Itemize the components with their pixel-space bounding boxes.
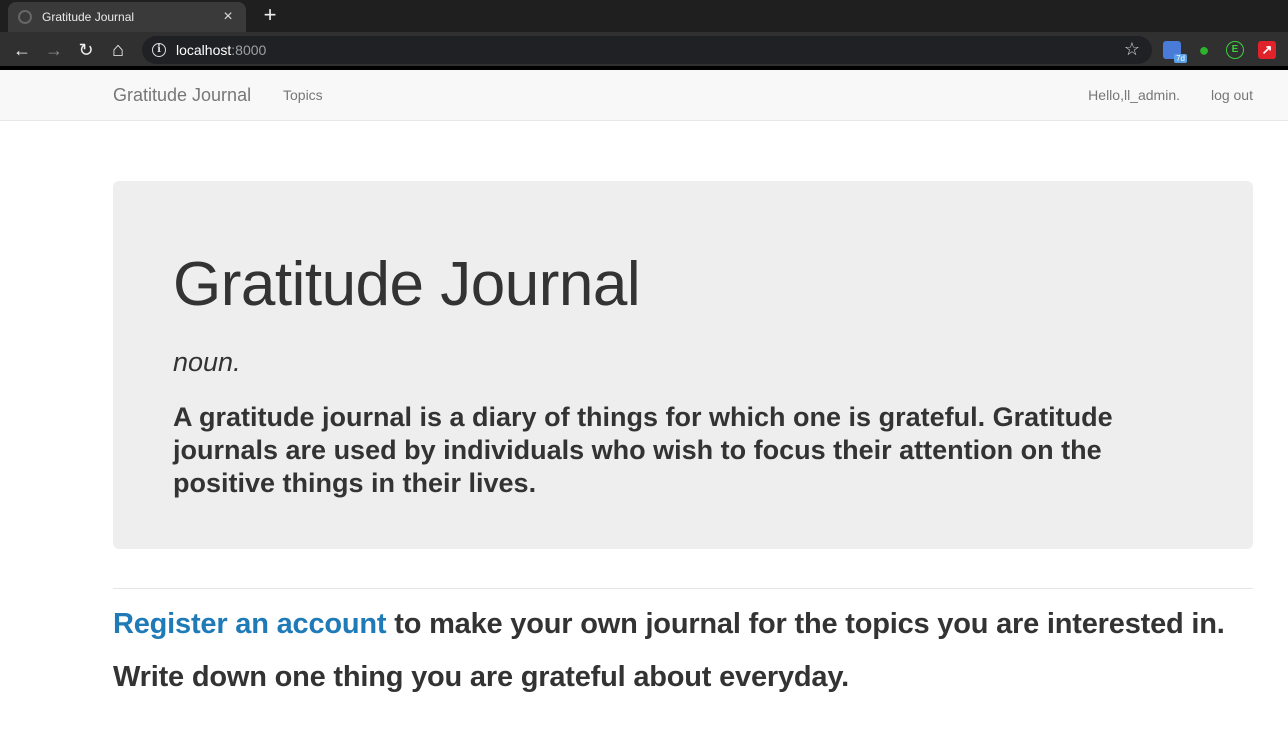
logout-link[interactable]: log out (1211, 87, 1253, 103)
evernote-extension-icon[interactable]: ● (1195, 41, 1213, 59)
reload-icon[interactable]: ↻ (74, 38, 98, 62)
page-favicon-icon (18, 10, 32, 24)
url-port: :8000 (231, 42, 267, 58)
url-host: localhost (176, 42, 232, 58)
write-prompt: Write down one thing you are grateful ab… (113, 661, 849, 693)
jumbotron: Gratitude Journal noun. A gratitude jour… (113, 181, 1253, 549)
browser-toolbar: ← → ↻ ⌂ i localhost :8000 ☆ 7d ● E ↗ (0, 32, 1288, 70)
extension-e-icon[interactable]: E (1226, 41, 1244, 59)
register-prompt-text: to make your own journal for the topics … (386, 608, 1225, 640)
address-bar[interactable]: i localhost :8000 ☆ (142, 36, 1152, 64)
browser-tabstrip: Gratitude Journal × + (0, 0, 1288, 32)
browser-tab[interactable]: Gratitude Journal × (8, 2, 246, 32)
site-navbar: Gratitude Journal Topics Hello,ll_admin.… (0, 70, 1288, 121)
nav-topics-link[interactable]: Topics (283, 87, 323, 103)
site-info-icon[interactable]: i (152, 43, 166, 57)
register-prompt: Register an account to make your own jou… (113, 608, 1225, 641)
bookmark-star-icon[interactable]: ☆ (1124, 39, 1140, 60)
page-title: Gratitude Journal (173, 250, 641, 319)
register-account-link[interactable]: Register an account (113, 608, 387, 640)
section-divider (113, 588, 1253, 589)
tab-close-icon[interactable]: × (220, 9, 236, 25)
home-icon[interactable]: ⌂ (106, 38, 130, 62)
navbar-brand-link[interactable]: Gratitude Journal (113, 85, 251, 106)
forward-arrow-icon[interactable]: → (42, 38, 66, 62)
new-tab-icon[interactable]: + (256, 4, 284, 28)
extension-calendar-icon[interactable]: 7d (1163, 41, 1187, 63)
extension-arrow-icon[interactable]: ↗ (1258, 41, 1276, 59)
tab-title: Gratitude Journal (42, 10, 135, 24)
definition-text: A gratitude journal is a diary of things… (173, 402, 1113, 498)
extension-badge: 7d (1174, 54, 1187, 63)
back-arrow-icon[interactable]: ← (10, 38, 34, 62)
user-greeting: Hello,ll_admin. (1088, 87, 1180, 103)
part-of-speech: noun. (173, 347, 241, 377)
